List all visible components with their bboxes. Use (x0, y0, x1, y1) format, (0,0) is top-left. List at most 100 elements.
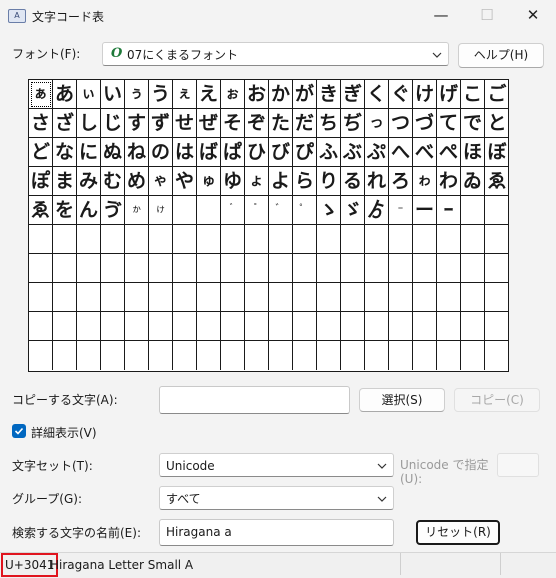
char-cell[interactable] (221, 341, 245, 370)
char-cell[interactable]: ゎ (413, 167, 437, 196)
char-cell[interactable]: ご (485, 80, 509, 109)
char-cell[interactable]: げ (437, 80, 461, 109)
char-cell[interactable]: ぽ (29, 167, 53, 196)
char-cell[interactable]: う (149, 80, 173, 109)
char-cell[interactable]: か (269, 80, 293, 109)
char-cell[interactable] (365, 341, 389, 370)
char-cell[interactable]: び (269, 138, 293, 167)
char-cell[interactable] (461, 225, 485, 254)
char-cell[interactable] (269, 225, 293, 254)
char-cell[interactable]: ゖ (149, 196, 173, 225)
char-cell[interactable]: し (77, 109, 101, 138)
char-cell[interactable]: ゛ (269, 196, 293, 225)
char-cell[interactable] (173, 312, 197, 341)
char-cell[interactable] (437, 341, 461, 370)
char-cell[interactable]: よ (269, 167, 293, 196)
char-cell[interactable] (389, 312, 413, 341)
char-cell[interactable] (341, 225, 365, 254)
char-cell[interactable]: ぶ (341, 138, 365, 167)
char-cell[interactable] (413, 283, 437, 312)
char-cell[interactable]: に (77, 138, 101, 167)
char-cell[interactable] (53, 312, 77, 341)
char-cell[interactable] (197, 196, 221, 225)
copy-input[interactable] (159, 386, 350, 414)
char-cell[interactable] (197, 254, 221, 283)
char-cell[interactable]: す (125, 109, 149, 138)
char-cell[interactable] (389, 225, 413, 254)
char-cell[interactable]: が (293, 80, 317, 109)
char-cell[interactable] (317, 341, 341, 370)
char-cell[interactable] (173, 283, 197, 312)
char-cell[interactable]: ら (293, 167, 317, 196)
char-cell[interactable]: ん (77, 196, 101, 225)
char-cell[interactable]: ぼ (485, 138, 509, 167)
char-cell[interactable]: へ (389, 138, 413, 167)
char-cell[interactable] (221, 254, 245, 283)
char-cell[interactable]: ね (125, 138, 149, 167)
char-cell[interactable] (77, 254, 101, 283)
char-cell[interactable]: あ (53, 80, 77, 109)
char-cell[interactable]: ち (317, 109, 341, 138)
char-cell[interactable] (437, 312, 461, 341)
minimize-button[interactable]: — (418, 0, 464, 30)
char-cell[interactable] (173, 341, 197, 370)
char-cell[interactable] (341, 254, 365, 283)
char-cell[interactable] (413, 312, 437, 341)
char-cell[interactable]: り (317, 167, 341, 196)
char-cell[interactable] (29, 283, 53, 312)
search-input[interactable]: Hiragana a (159, 519, 394, 546)
char-cell[interactable]: じ (101, 109, 125, 138)
char-cell[interactable]: お (245, 80, 269, 109)
char-cell[interactable] (269, 341, 293, 370)
char-cell[interactable]: ぜ (197, 109, 221, 138)
char-cell[interactable] (101, 254, 125, 283)
char-cell[interactable] (317, 312, 341, 341)
char-cell[interactable]: こ (461, 80, 485, 109)
char-cell[interactable] (485, 254, 509, 283)
char-cell[interactable] (389, 341, 413, 370)
char-cell[interactable]: て (437, 109, 461, 138)
char-cell[interactable] (221, 225, 245, 254)
char-cell[interactable]: ぬ (101, 138, 125, 167)
char-cell[interactable] (173, 254, 197, 283)
advanced-view-label[interactable]: 詳細表示(V) (31, 424, 97, 441)
char-cell[interactable]: べ (413, 138, 437, 167)
char-cell[interactable]: を (53, 196, 77, 225)
char-cell[interactable] (293, 312, 317, 341)
char-cell[interactable] (485, 196, 509, 225)
char-cell[interactable] (29, 254, 53, 283)
char-cell[interactable] (53, 225, 77, 254)
char-cell[interactable] (389, 254, 413, 283)
char-cell[interactable]: ゃ (149, 167, 173, 196)
char-cell[interactable] (365, 312, 389, 341)
char-cell[interactable] (53, 341, 77, 370)
char-cell[interactable]: く (365, 80, 389, 109)
char-cell[interactable]: め (125, 167, 149, 196)
char-cell[interactable] (53, 283, 77, 312)
char-cell[interactable]: ゠ (389, 196, 413, 225)
char-cell[interactable] (125, 341, 149, 370)
char-cell[interactable]: ゞ (341, 196, 365, 225)
char-cell[interactable]: ま (53, 167, 77, 196)
char-cell[interactable] (341, 283, 365, 312)
char-cell[interactable]: ー (413, 196, 437, 225)
char-cell[interactable]: ゙ (221, 196, 245, 225)
char-cell[interactable] (77, 312, 101, 341)
char-cell[interactable]: ゟ (365, 196, 389, 225)
char-cell[interactable] (461, 196, 485, 225)
char-cell[interactable]: っ (365, 109, 389, 138)
char-cell[interactable] (77, 283, 101, 312)
char-cell[interactable] (101, 341, 125, 370)
char-cell[interactable]: い (101, 80, 125, 109)
char-cell[interactable] (365, 225, 389, 254)
advanced-view-checkbox[interactable] (12, 424, 26, 438)
char-cell[interactable] (413, 341, 437, 370)
char-cell[interactable]: け (413, 80, 437, 109)
char-cell[interactable]: ば (197, 138, 221, 167)
char-cell[interactable]: さ (29, 109, 53, 138)
char-cell[interactable] (149, 341, 173, 370)
char-cell[interactable]: や (173, 167, 197, 196)
char-cell[interactable]: た (269, 109, 293, 138)
char-cell[interactable]: ｰ (437, 196, 461, 225)
char-cell[interactable] (101, 283, 125, 312)
